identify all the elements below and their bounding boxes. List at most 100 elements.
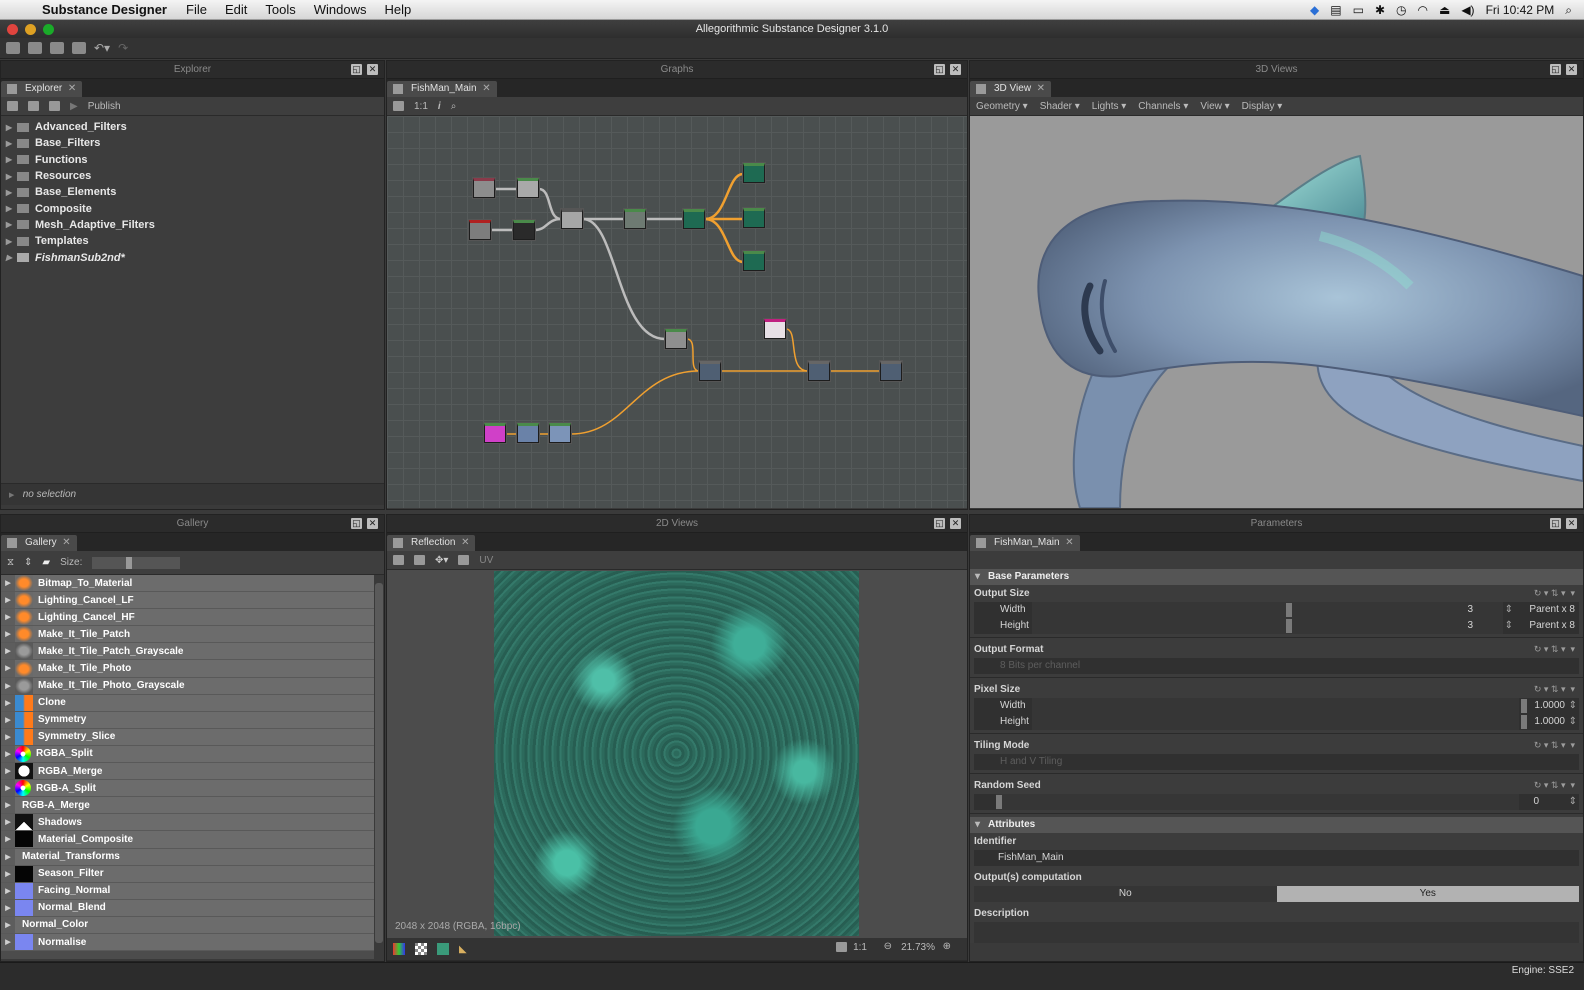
channels-icon[interactable]	[393, 555, 404, 565]
tree-item[interactable]: ▶ Composite	[1, 200, 384, 216]
publish-icon[interactable]: ▶	[70, 101, 78, 112]
open-folder-icon[interactable]	[28, 101, 39, 111]
list-item[interactable]: ▶ Lighting_Cancel_HF	[1, 609, 374, 627]
list-item[interactable]: ▶ Material_Composite	[1, 831, 374, 849]
graph-node[interactable]	[764, 319, 786, 339]
3d-viewport[interactable]	[970, 116, 1583, 508]
list-item[interactable]: ▶ Season_Filter	[1, 865, 374, 883]
publish-button[interactable]: Publish	[88, 101, 121, 112]
list-item[interactable]: ▶ Make_It_Tile_Photo	[1, 660, 374, 678]
list-item[interactable]: ▶ Shadows	[1, 814, 374, 832]
tab-close-icon[interactable]: ✕	[1065, 535, 1073, 551]
menu-geometry[interactable]: Geometry ▾	[976, 101, 1028, 112]
menu-edit[interactable]: Edit	[216, 2, 256, 17]
graph-node[interactable]	[808, 361, 830, 381]
graph-node[interactable]	[743, 163, 765, 183]
output-width-value[interactable]: 3	[1467, 602, 1473, 618]
random-seed-slider-handle[interactable]	[996, 795, 1002, 809]
clock[interactable]: Fri 10:42 PM	[1486, 3, 1555, 17]
section-base-parameters[interactable]: Base Parameters	[970, 569, 1583, 585]
graph-node[interactable]	[517, 423, 539, 443]
output-height-slider[interactable]	[1032, 618, 1503, 634]
graph-node[interactable]	[683, 209, 705, 229]
output-height-mode[interactable]: Parent x 8	[1529, 618, 1575, 634]
list-item[interactable]: ▶ Normal_Color	[1, 916, 374, 934]
output-height-slider-handle[interactable]	[1286, 619, 1292, 633]
2d-viewport[interactable]: 2048 x 2048 (RGBA, 16bpc)	[387, 570, 967, 938]
menu-tools[interactable]: Tools	[256, 2, 304, 17]
close-window-icon[interactable]	[7, 24, 18, 35]
fit-view-icon[interactable]	[393, 101, 404, 111]
list-item[interactable]: ▶ Make_It_Tile_Photo_Grayscale	[1, 677, 374, 695]
tiling-mode-select[interactable]: H and V Tiling	[974, 754, 1579, 770]
time-machine-icon[interactable]: ◷	[1396, 3, 1406, 17]
random-seed-slider[interactable]	[996, 794, 1519, 810]
spotlight-icon[interactable]: ⌕	[1565, 3, 1572, 18]
close-icon[interactable]: ✕	[1566, 518, 1577, 529]
scrollbar-thumb[interactable]	[375, 583, 383, 943]
tree-item[interactable]: ▶ Templates	[1, 233, 384, 249]
zoom-in-icon[interactable]: ⊕	[943, 941, 951, 952]
close-icon[interactable]: ✕	[367, 64, 378, 75]
close-icon[interactable]: ✕	[367, 518, 378, 529]
search-icon[interactable]: ⌕	[451, 101, 457, 112]
tab-close-icon[interactable]: ✕	[1037, 81, 1045, 97]
list-item[interactable]: ▶ Normalise	[1, 933, 374, 952]
menu-channels[interactable]: Channels ▾	[1138, 101, 1188, 112]
histogram-icon[interactable]: ◣	[459, 944, 467, 955]
tab-close-icon[interactable]: ✕	[461, 535, 469, 551]
list-item[interactable]: ▶ Bitmap_To_Material	[1, 575, 374, 593]
eject-icon[interactable]: ⏏	[1439, 3, 1450, 17]
list-item[interactable]: ▶ Make_It_Tile_Patch_Grayscale	[1, 643, 374, 661]
pixel-height-slider-handle[interactable]	[1521, 715, 1527, 729]
graph-node[interactable]	[561, 209, 583, 229]
output-width-mode[interactable]: Parent x 8	[1529, 602, 1575, 618]
new-package-icon[interactable]	[6, 42, 20, 54]
size-slider-handle[interactable]	[126, 556, 133, 569]
tree-item-package[interactable]: ▶ FishmanSub2nd*	[1, 249, 384, 265]
display-icon[interactable]	[458, 555, 470, 565]
graph-node[interactable]	[513, 220, 535, 240]
checker-icon[interactable]	[415, 943, 427, 955]
list-item[interactable]: ▶ Facing_Normal	[1, 882, 374, 900]
sort-icon[interactable]: ⇕	[24, 557, 32, 568]
redo-icon[interactable]: ↷	[118, 41, 128, 55]
zoom-1-1-button[interactable]: 1:1	[414, 101, 428, 112]
float-icon[interactable]: ◱	[351, 518, 362, 529]
close-icon[interactable]: ✕	[950, 518, 961, 529]
pixel-height-value[interactable]: 1.0000	[1534, 714, 1565, 730]
graph-node[interactable]	[699, 361, 721, 381]
tab-close-icon[interactable]: ✕	[68, 81, 76, 97]
new-icon[interactable]	[7, 101, 18, 111]
save-image-icon[interactable]	[414, 555, 425, 565]
list-item[interactable]: ▶ Make_It_Tile_Patch	[1, 626, 374, 644]
tree-item[interactable]: ▶ Resources	[1, 168, 384, 184]
graph-node[interactable]	[880, 361, 902, 381]
zoom-level[interactable]: 21.73%	[901, 942, 935, 953]
float-icon[interactable]: ◱	[1550, 64, 1561, 75]
pixel-height-slider[interactable]	[1032, 714, 1519, 730]
graph-node[interactable]	[743, 251, 765, 271]
color-channels-icon[interactable]	[393, 943, 405, 955]
new-graph-icon[interactable]	[28, 42, 42, 54]
graph-node[interactable]	[743, 208, 765, 228]
pixel-width-slider-handle[interactable]	[1521, 699, 1527, 713]
filter-icon[interactable]: ⧖	[7, 557, 14, 568]
spin-icon[interactable]: ⇕	[1569, 698, 1577, 714]
float-icon[interactable]: ◱	[351, 64, 362, 75]
tab-fishman-main[interactable]: FishMan_Main ✕	[387, 81, 497, 97]
output-width-slider-handle[interactable]	[1286, 603, 1292, 617]
float-icon[interactable]: ◱	[934, 518, 945, 529]
param-tools-icon[interactable]: ↻ ▾ ⇅ ▾ ▾	[1534, 641, 1575, 658]
save-icon[interactable]	[72, 42, 86, 54]
tab-close-icon[interactable]: ✕	[62, 535, 70, 551]
tab-close-icon[interactable]: ✕	[482, 81, 490, 97]
uv-button[interactable]: UV	[479, 555, 493, 566]
float-icon[interactable]: ◱	[934, 64, 945, 75]
zoom-window-icon[interactable]	[43, 24, 54, 35]
computation-yes-button[interactable]: Yes	[1276, 886, 1579, 902]
open-icon[interactable]	[50, 42, 64, 54]
close-icon[interactable]: ✕	[950, 64, 961, 75]
output-height-value[interactable]: 3	[1467, 618, 1473, 634]
display-icon[interactable]: ▭	[1353, 3, 1364, 17]
